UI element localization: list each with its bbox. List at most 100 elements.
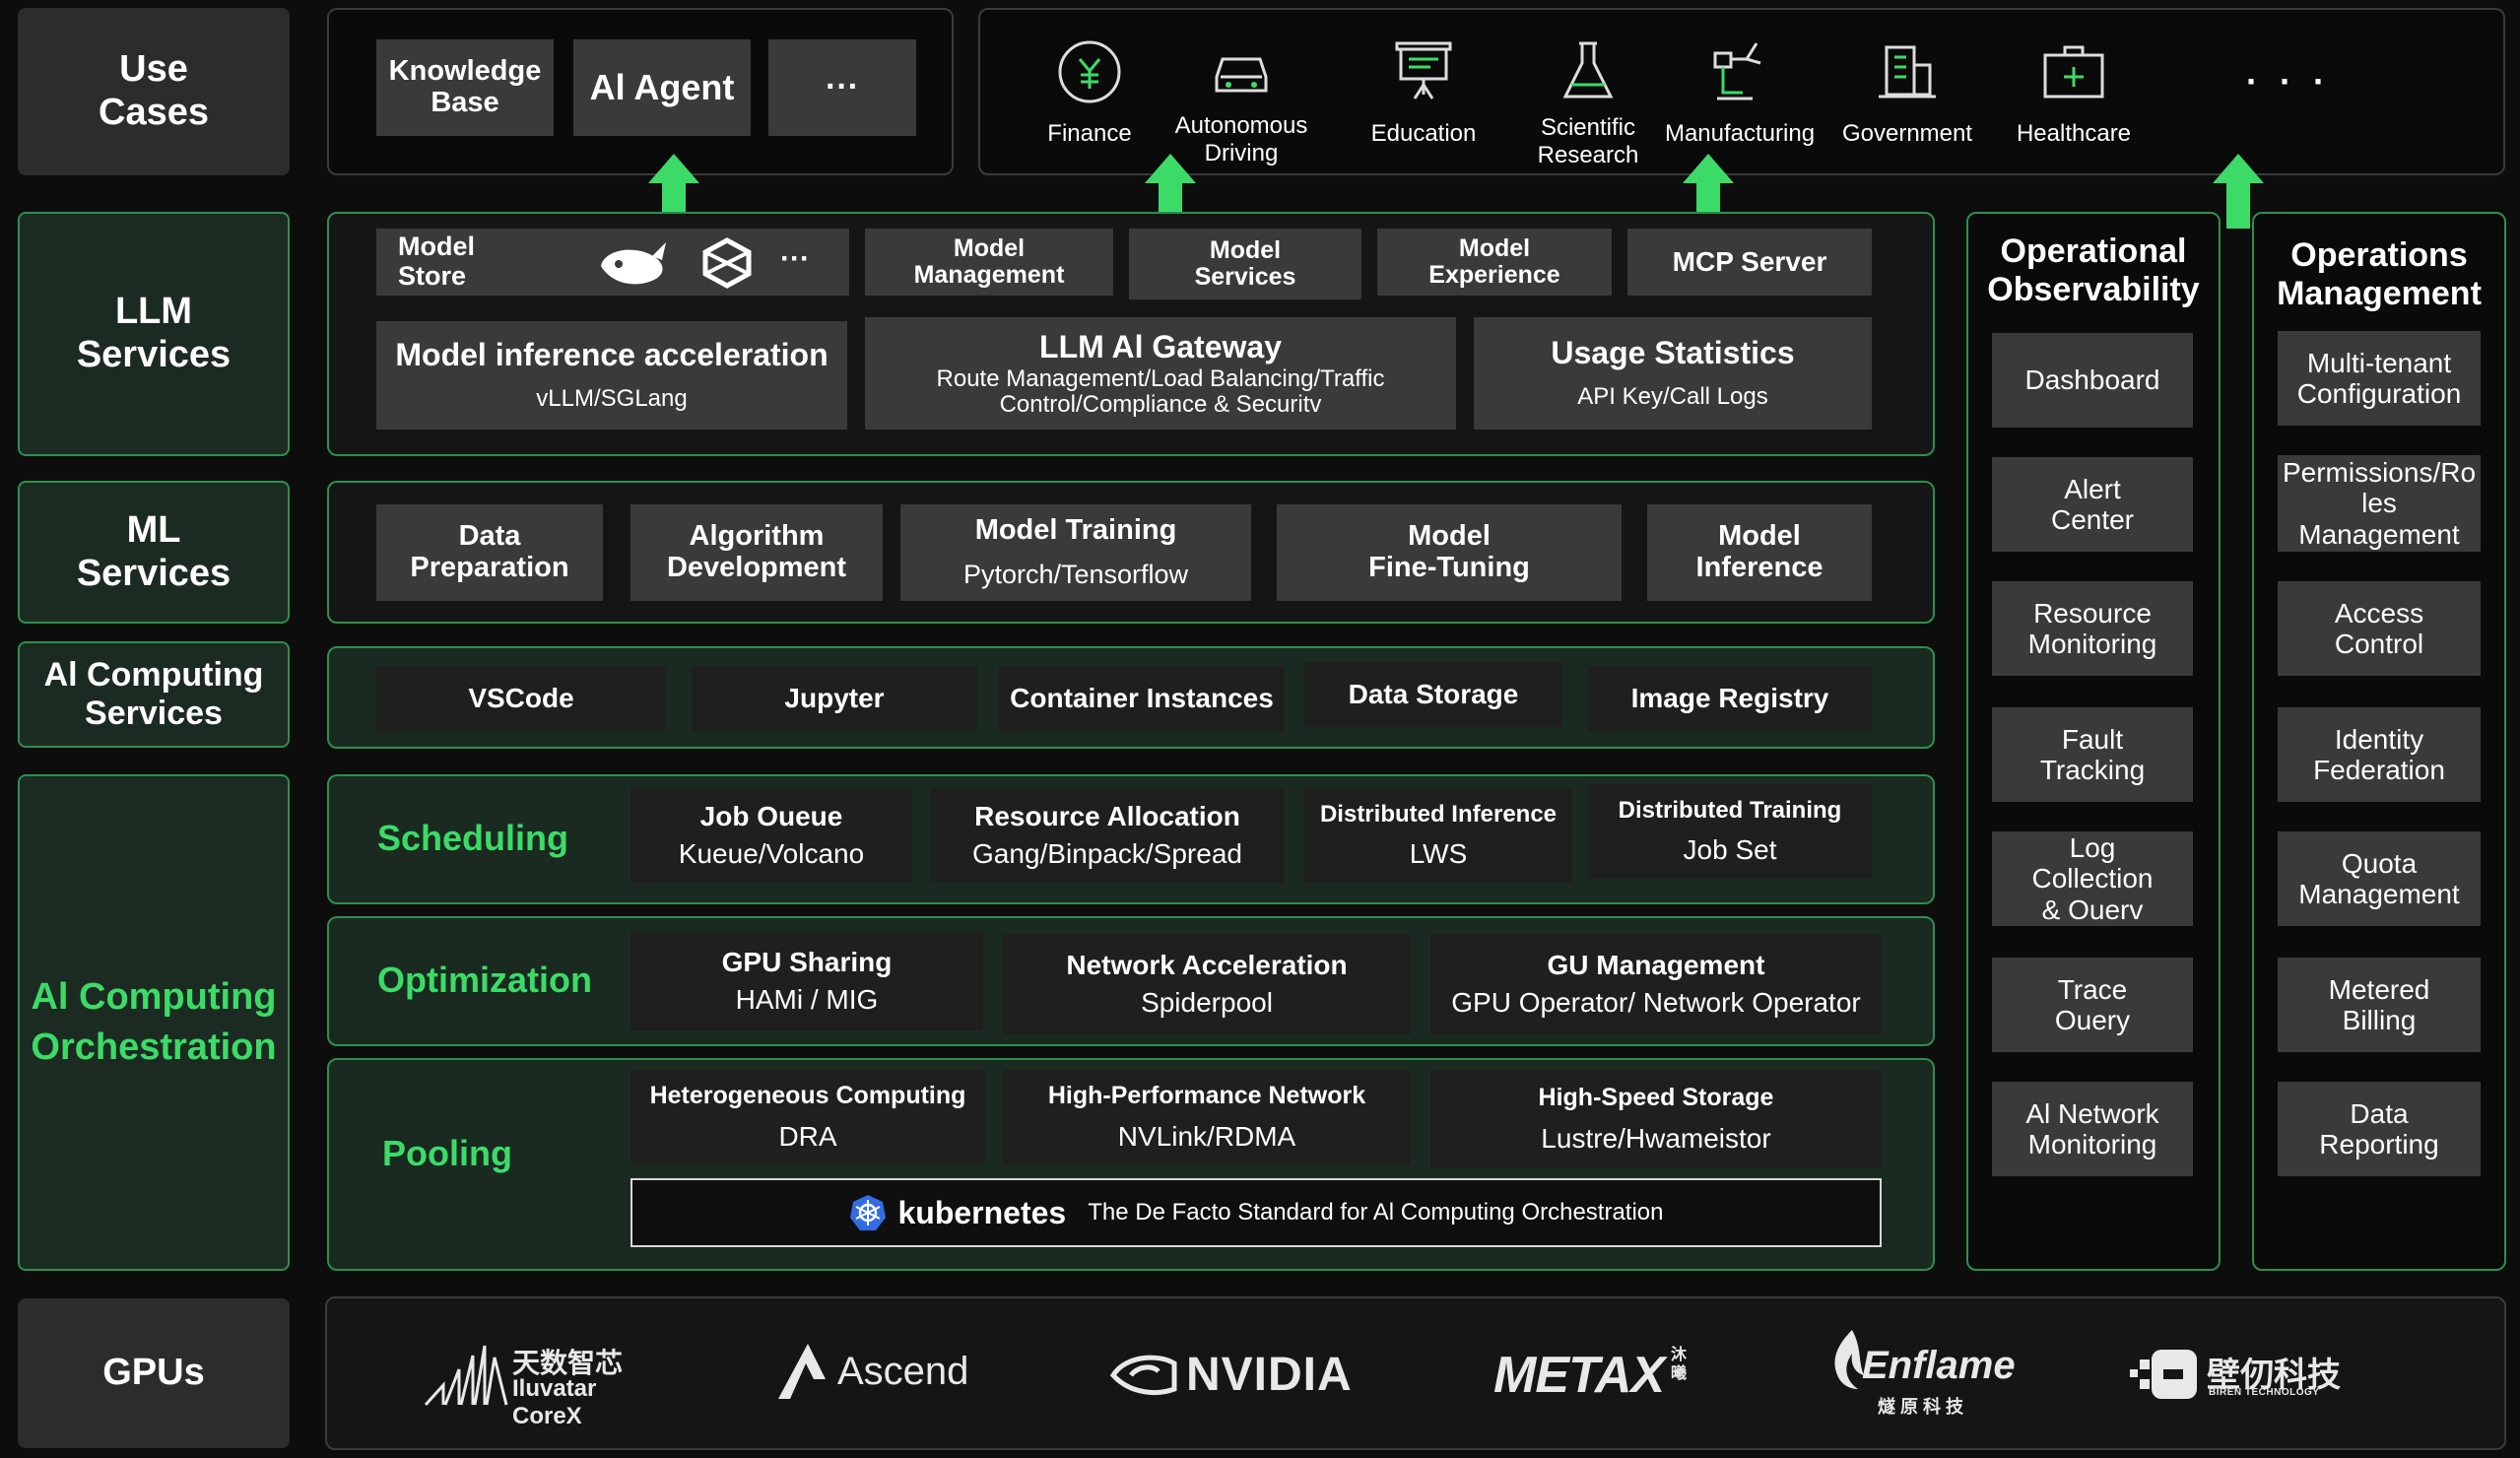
operations-title: Operations Management [2277, 236, 2482, 312]
industry-education-label: Education [1370, 120, 1477, 147]
ai-computing-orchestration-label: Al Computing Orchestration [18, 774, 290, 1271]
algorithm-development-box: Algorithm Development [630, 504, 883, 601]
whale-logo-icon [601, 242, 666, 285]
distributed-inference-title: Distributed Inference [1319, 801, 1558, 828]
container-instances-box: Container Instances [999, 666, 1285, 731]
ai-network-monitoring-item: Al Network Monitoring [1992, 1082, 2193, 1176]
model-fine-tuning-box: Model Fine-Tuning [1277, 504, 1622, 601]
model-inference-acceleration-box: Model inference acceleration vLLM/SGLang [376, 321, 847, 430]
high-speed-storage-title: High-Speed Storage [1538, 1083, 1774, 1111]
more-use-cases-box: ··· [768, 39, 916, 136]
vscode-box: VSCode [376, 666, 666, 731]
iluvatar-logo: 天数智芯 Iluvatar CoreX [424, 1338, 660, 1429]
trace-query-item: Trace Ouery [1992, 958, 2193, 1052]
enflame-logo: Enflame 燧 原 科 技 [1828, 1328, 2016, 1423]
metered-billing-item: Metered Billing [2278, 958, 2481, 1052]
government-icon [1879, 45, 1936, 99]
mcp-server-box: MCP Server [1627, 229, 1872, 296]
gu-management-box: GU Management GPU Operator/ Network Oper… [1430, 934, 1882, 1034]
nvidia-logo: NVIDIA [1109, 1340, 1356, 1409]
iluvatar-mark-icon [424, 1345, 508, 1407]
llm-services-label: LLM Services [18, 212, 290, 456]
job-queue-box: Job Oueue Kueue/Volcano [630, 788, 912, 883]
industry-government: Government [1838, 35, 1976, 164]
model-training-box: Model Training Pytorch/Tensorflow [900, 504, 1251, 601]
network-acceleration-sub: Spiderpool [1141, 987, 1273, 1018]
training-sub: Pytorch/Tensorflow [962, 560, 1189, 590]
heterogeneous-computing-title: Heterogeneous Computing [649, 1081, 966, 1109]
education-icon [1395, 41, 1452, 99]
industry-manufacturing-label: Manufacturing [1664, 120, 1816, 147]
gu-management-sub: GPU Operator/ Network Operator [1451, 987, 1861, 1018]
scheduling-label: Scheduling [377, 818, 569, 858]
nvidia-text: NVIDIA [1186, 1349, 1353, 1401]
biren-logo: 壁仞科技 BIREN TECHNOLOGY [2128, 1342, 2364, 1411]
multi-tenant-item: Multi-tenant Configuration [2278, 331, 2481, 426]
kubernetes-name: kubernetes [897, 1194, 1067, 1230]
model-services-box: Model Services [1129, 229, 1361, 299]
gu-management-title: GU Management [1547, 949, 1765, 980]
healthcare-icon [2043, 45, 2104, 99]
use-cases-label: Use Cases [18, 8, 290, 175]
metax-logo: METAX 沐曦 [1493, 1336, 1710, 1411]
job-queue-sub: Kueue/Volcano [678, 838, 865, 869]
heterogeneous-computing-sub: DRA [778, 1121, 837, 1153]
training-title: Model Training [974, 514, 1177, 547]
high-performance-network-sub: NVLink/RDMA [1117, 1121, 1296, 1153]
model-management-box: Model Management [865, 229, 1113, 296]
industry-healthcare-label: Healthcare [2016, 120, 2132, 147]
model-experience-box: Model Experience [1377, 229, 1612, 296]
high-performance-network-title: High-Performance Network [1047, 1081, 1366, 1109]
gpu-sharing-box: GPU Sharing HAMi / MIG [630, 932, 983, 1030]
inference-title: Model inference acceleration [395, 337, 829, 373]
alert-center-item: Alert Center [1992, 457, 2193, 552]
gpu-sharing-title: GPU Sharing [721, 946, 893, 977]
ascend-logo: Ascend [774, 1334, 971, 1409]
metax-cn-text: 沐曦 [1671, 1347, 1688, 1383]
industry-government-label: Government [1841, 120, 1973, 147]
more-industries: · · · [2246, 61, 2331, 101]
heterogeneous-computing-box: Heterogeneous Computing DRA [630, 1070, 985, 1164]
kubernetes-icon [850, 1195, 887, 1230]
distributed-inference-sub: LWS [1409, 837, 1468, 869]
usage-title: Usage Statistics [1551, 335, 1795, 371]
observability-title: Operational Observability [1987, 232, 2200, 308]
log-collection-item: Log Collection & Ouerv [1992, 831, 2193, 926]
data-reporting-item: Data Reporting [2278, 1082, 2481, 1176]
resource-allocation-box: Resource Allocation Gang/Binpack/Spread [930, 788, 1285, 883]
high-speed-storage-box: High-Speed Storage Lustre/Hwameistor [1430, 1070, 1882, 1168]
industry-healthcare: Healthcare [2010, 35, 2138, 164]
enflame-cn-text: 燧 原 科 技 [1878, 1397, 1964, 1417]
fault-tracking-item: Fault Tracking [1992, 707, 2193, 802]
ascend-text: Ascend [837, 1350, 969, 1393]
gateway-title: LLM Al Gateway [1039, 328, 1282, 364]
model-store-label: Model Store [398, 232, 475, 291]
knowledge-base-box: Knowledge Base [376, 39, 554, 136]
identity-federation-item: Identity Federation [2278, 707, 2481, 802]
distributed-training-sub: Job Set [1683, 833, 1777, 865]
ml-services-label: ML Services [18, 481, 290, 624]
pooling-label: Pooling [382, 1133, 512, 1173]
biren-text: BIREN TECHNOLOGY [2209, 1387, 2320, 1398]
usage-statistics-box: Usage Statistics API Key/Call Logs [1474, 317, 1872, 430]
industry-finance: Finance [1040, 35, 1139, 164]
permissions-roles-item: Permissions/Ro les Management [2278, 455, 2481, 552]
dashboard-item: Dashboard [1992, 333, 2193, 428]
industry-scientific-research: Scientific Research [1527, 35, 1649, 173]
usage-sub: API Key/Call Logs [1577, 383, 1768, 411]
high-speed-storage-sub: Lustre/Hwameistor [1541, 1123, 1771, 1155]
industry-education: Education [1359, 35, 1488, 164]
enflame-text: Enflame [1862, 1344, 2016, 1387]
kubernetes-bar: kubernetes The De Facto Standard for Al … [630, 1178, 1882, 1247]
industry-finance-label: Finance [1047, 120, 1132, 147]
flask-icon [1562, 41, 1614, 99]
model-hub-icon [702, 237, 752, 289]
kubernetes-description: The De Facto Standard for Al Computing O… [1088, 1199, 1664, 1226]
industry-scientific-research-label: Scientific Research [1537, 114, 1639, 168]
network-acceleration-box: Network Acceleration Spiderpool [1003, 934, 1411, 1034]
access-control-item: Access Control [2278, 581, 2481, 676]
distributed-training-title: Distributed Training [1618, 797, 1842, 825]
finance-icon [1058, 40, 1121, 103]
high-performance-network-box: High-Performance Network NVLink/RDMA [1003, 1070, 1411, 1164]
ascend-mark-icon [778, 1344, 826, 1399]
